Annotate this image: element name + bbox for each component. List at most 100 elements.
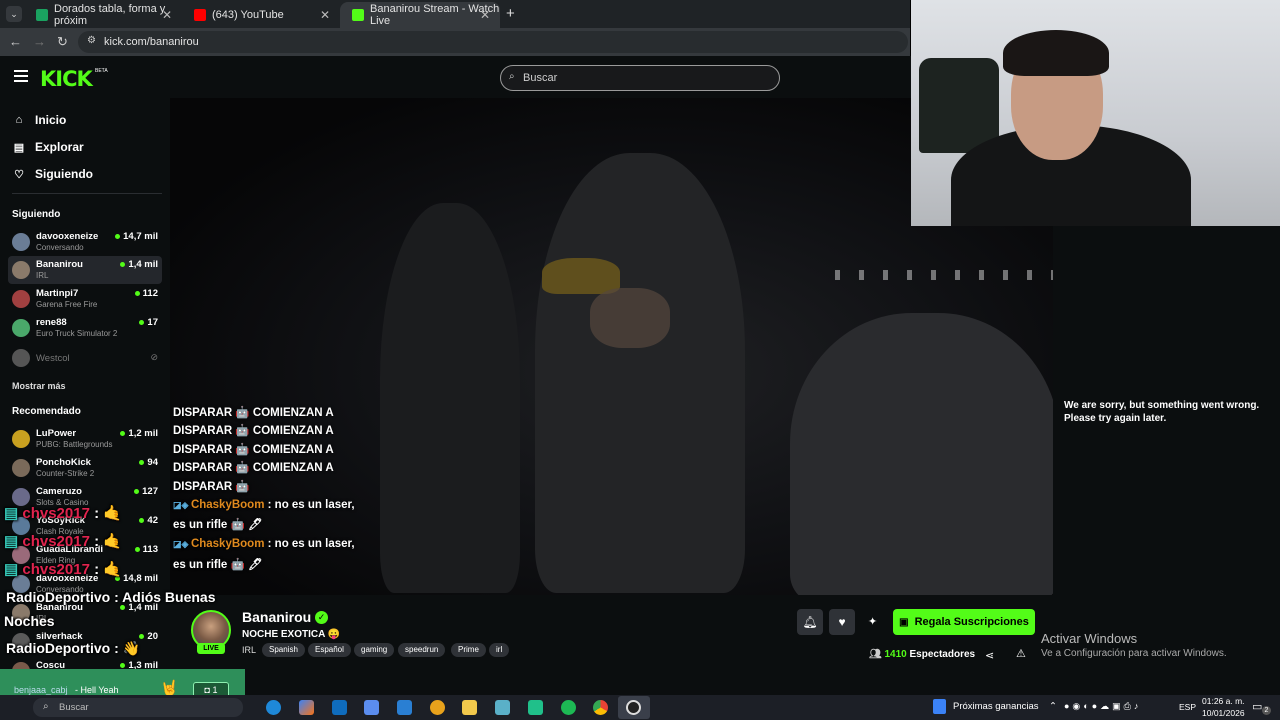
taskbar-search[interactable]: ⌕ Buscar	[33, 698, 243, 717]
following-channel-offline[interactable]: Westcol ⊘	[8, 344, 162, 372]
chat-message: es un rifle 🤖 🖊	[173, 519, 263, 531]
video-figure-left	[380, 203, 520, 593]
tag[interactable]: Spanish	[262, 643, 305, 657]
address-bar[interactable]: ⚙ kick.com/bananirou	[78, 31, 908, 53]
chrome-canary-icon[interactable]	[430, 700, 445, 715]
site-info-icon[interactable]: ⚙	[87, 35, 96, 46]
avatar	[12, 233, 30, 251]
live-badge: LIVE	[197, 643, 225, 654]
compass-icon: ▤	[13, 141, 25, 154]
tag[interactable]: Prime	[451, 643, 486, 657]
menu-icon[interactable]	[14, 70, 28, 82]
nav-siguiendo[interactable]: ♡ Siguiendo	[12, 167, 93, 181]
overlay-chat-line: RadioDeportivo : Adiós Buenas	[6, 589, 216, 605]
browser-tab-dorados[interactable]: Dorados tabla, forma y próxim ✕	[24, 2, 182, 28]
sparkle-icon[interactable]: ✦	[868, 615, 877, 628]
streamer-hair	[1003, 30, 1109, 76]
tab-list-dropdown[interactable]: ⌄	[6, 6, 22, 22]
browser-tab-kick[interactable]: Bananirou Stream - Watch Live ✕	[340, 2, 500, 28]
chat-message: DISPARAR 🤖 COMIENZAN A	[173, 444, 334, 456]
chrome-icon[interactable]	[593, 700, 608, 715]
obs-icon	[626, 700, 641, 715]
file-explorer-icon[interactable]	[462, 700, 477, 715]
notif-user: benjaaa_cabj	[14, 685, 68, 695]
notepad-icon[interactable]	[495, 700, 510, 715]
recommended-header: Recomendado	[12, 406, 81, 417]
stream-info: LIVE Bananirou ✓ NOCHE EXOTICA 😛 IRL Spa…	[170, 595, 1053, 695]
badge-icon: ◪◈	[173, 500, 191, 510]
chat-message: DISPARAR 🤖	[173, 481, 250, 493]
notifications-button[interactable]: 🔔︎	[797, 609, 823, 635]
heart-icon: ♡	[14, 168, 24, 181]
tray-overflow-icon[interactable]: ⌃	[1049, 701, 1057, 712]
tag[interactable]: irl	[489, 643, 510, 657]
report-icon[interactable]: ⚠	[1016, 647, 1026, 660]
streamer-name[interactable]: Bananirou	[242, 609, 311, 625]
distant-lights	[835, 270, 1053, 280]
face-highlight	[590, 288, 670, 348]
close-tab-icon[interactable]: ✕	[480, 8, 490, 22]
clock-time[interactable]: 01:26 a. m.	[1202, 696, 1245, 706]
activate-windows-subtitle: Ve a Configuración para activar Windows.	[1041, 648, 1227, 659]
badge-icon: ▤	[4, 561, 19, 578]
forward-icon[interactable]: →	[33, 34, 46, 49]
nav-inicio[interactable]: ⌂ Inicio	[12, 113, 67, 127]
recommended-channel[interactable]: LuPower PUBG: Battlegrounds 1,2 mil	[8, 425, 162, 453]
following-channel[interactable]: Bananirou IRL 1,4 mil	[8, 256, 162, 284]
browser-tab-bar: ⌄ Dorados tabla, forma y próxim ✕ (643) …	[0, 0, 910, 28]
document-icon	[933, 699, 946, 714]
share-icon[interactable]: ⋖	[985, 649, 994, 662]
webcam-overlay	[911, 0, 1280, 226]
activate-windows-title: Activar Windows	[1041, 631, 1138, 646]
nav-explorar[interactable]: ▤ Explorar	[12, 140, 84, 154]
notification-icon[interactable]: ▭	[1252, 700, 1262, 713]
app-icon[interactable]	[528, 700, 543, 715]
store-icon[interactable]	[364, 700, 379, 715]
youtube-icon	[194, 9, 206, 21]
chat-message: ◪◈ ChaskyBoom : no es un laser,	[173, 499, 355, 511]
browser-tab-youtube[interactable]: (643) YouTube ✕	[182, 2, 340, 28]
language-indicator[interactable]: ESP	[1179, 702, 1196, 712]
video-figure-right	[790, 313, 1053, 595]
show-more-link[interactable]: Mostrar más	[12, 381, 66, 391]
active-app-highlight[interactable]	[618, 696, 650, 719]
tag[interactable]: gaming	[354, 643, 395, 657]
chat-message: DISPARAR 🤖 COMIENZAN A	[173, 425, 334, 437]
users-icon: 👥︎	[869, 649, 885, 660]
chat-message: es un rifle 🤖 🖊	[173, 559, 263, 571]
gift-subscriptions-button[interactable]: ▣ Regala Suscripciones	[893, 609, 1035, 635]
home-icon: ⌂	[15, 114, 23, 126]
outlook-icon[interactable]	[332, 700, 347, 715]
following-channel[interactable]: Martinpi7 Garena Free Fire 112	[8, 285, 162, 313]
offline-icon: ⊘	[150, 352, 158, 362]
vscode-icon[interactable]	[397, 700, 412, 715]
tray-icons[interactable]: ●◉◐●☁▣⎙♪	[1064, 701, 1141, 712]
following-channel[interactable]: rene88 Euro Truck Simulator 2 17	[8, 314, 162, 342]
search-input[interactable]: ⌕ Buscar	[500, 65, 780, 91]
close-tab-icon[interactable]: ✕	[162, 8, 172, 22]
sidebar: ⌂ Inicio ▤ Explorar ♡ Siguiendo Siguiend…	[0, 98, 170, 695]
video-figure-center	[535, 153, 745, 593]
following-channel[interactable]: davooxeneize Conversando 14,7 mil	[8, 228, 162, 256]
chat-message: ◪◈ ChaskyBoom : no es un laser,	[173, 538, 355, 550]
back-icon[interactable]: ←	[9, 34, 22, 49]
edge-icon[interactable]	[266, 700, 281, 715]
copilot-icon[interactable]	[299, 700, 314, 715]
stream-category[interactable]: IRL	[242, 645, 256, 655]
yellow-beanie	[542, 258, 620, 294]
badge-icon: ◪◈	[173, 539, 191, 549]
tag[interactable]: speedrun	[398, 643, 446, 657]
reload-icon[interactable]: ↻	[57, 34, 68, 50]
recommended-channel[interactable]: PonchoKick Counter-Strike 2 94	[8, 454, 162, 482]
follow-button[interactable]: ♥	[829, 609, 855, 635]
kick-logo[interactable]: KICK	[40, 67, 93, 91]
clock-date[interactable]: 10/01/2026	[1202, 708, 1245, 718]
search-icon: ⌕	[43, 701, 49, 712]
overlay-chat-line: RadioDeportivo : 👋	[6, 640, 141, 656]
new-tab-button[interactable]: +	[506, 5, 515, 22]
overlay-chat-line: ▤ chvs2017 : 🤙	[4, 533, 122, 550]
close-tab-icon[interactable]: ✕	[320, 8, 330, 22]
earnings-widget[interactable]: Próximas ganancias	[933, 699, 1039, 714]
spotify-icon[interactable]	[561, 700, 576, 715]
tag[interactable]: Español	[308, 643, 351, 657]
